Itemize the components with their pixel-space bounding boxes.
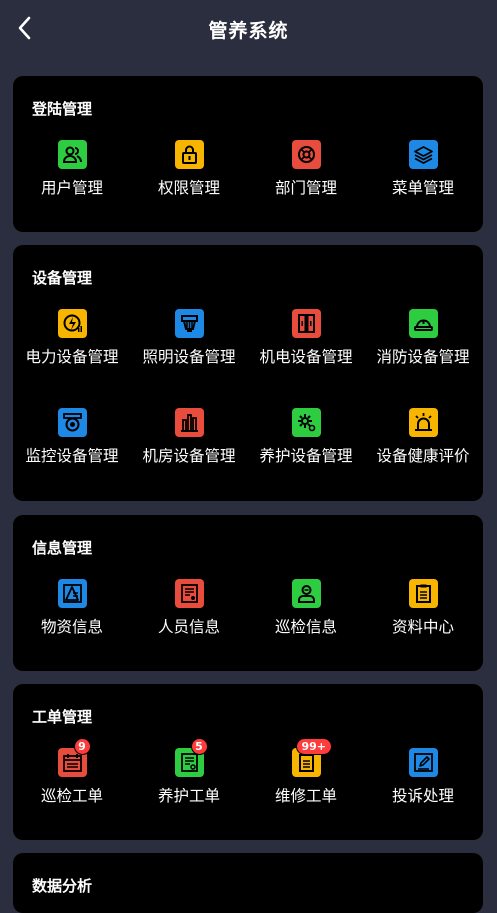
cabinet-icon xyxy=(291,309,321,338)
section-information-management: 信息管理 物资信息 人员信息 巡检信息 资料中心 xyxy=(13,515,483,671)
section-work-order-management: 工单管理 9 巡检工单 5 养护工单 99+ 维修工单 投诉处理 xyxy=(13,684,483,840)
edit-icon xyxy=(408,748,438,777)
menu-item-permission-management[interactable]: 权限管理 xyxy=(130,140,248,210)
repair-order-icon: 99+ xyxy=(291,738,333,777)
section-device-management: 设备管理 电力设备管理 照明设备管理 机电设备管理 消防设备管理 监控设备管理 xyxy=(13,245,483,501)
menu-item-maintenance-device[interactable]: 养护设备管理 xyxy=(247,408,365,478)
menu-item-label: 部门管理 xyxy=(274,179,337,197)
menu-item-repair-order[interactable]: 99+ 维修工单 xyxy=(247,738,365,818)
clipboard-icon xyxy=(408,579,438,608)
menu-item-label: 菜单管理 xyxy=(391,179,454,197)
menu-item-label: 设备健康评价 xyxy=(376,447,470,465)
person-card-icon xyxy=(174,579,204,608)
camera-icon xyxy=(57,408,87,437)
menu-item-label: 机电设备管理 xyxy=(259,348,353,366)
section-data-analysis: 数据分析 xyxy=(13,853,483,913)
menu-item-inspection-order[interactable]: 9 巡检工单 xyxy=(13,738,131,818)
section-title: 信息管理 xyxy=(32,539,93,557)
menu-item-electromechanical-device[interactable]: 机电设备管理 xyxy=(247,309,365,379)
menu-item-label: 照明设备管理 xyxy=(142,348,236,366)
menu-item-label: 权限管理 xyxy=(157,179,220,197)
calendar-icon: 9 xyxy=(57,738,91,777)
menu-item-label: 巡检工单 xyxy=(40,787,103,805)
chevron-left-icon xyxy=(18,16,31,40)
menu-item-device-health-evaluation[interactable]: 设备健康评价 xyxy=(364,408,482,478)
materials-icon xyxy=(57,579,87,608)
menu-item-label: 用户管理 xyxy=(40,179,103,197)
page-title: 管养系统 xyxy=(208,19,289,42)
section-login-management: 登陆管理 用户管理 权限管理 部门管理 菜单管理 xyxy=(13,76,483,232)
menu-item-label: 电力设备管理 xyxy=(25,348,119,366)
menu-item-power-device[interactable]: 电力设备管理 xyxy=(13,309,131,379)
menu-item-user-management[interactable]: 用户管理 xyxy=(13,140,131,210)
menu-item-materials-info[interactable]: 物资信息 xyxy=(13,579,131,649)
notification-badge: 9 xyxy=(73,738,91,755)
section-title: 数据分析 xyxy=(32,877,93,895)
lighting-icon xyxy=(174,309,204,338)
menu-item-label: 养护设备管理 xyxy=(259,447,353,465)
back-button[interactable] xyxy=(14,14,38,42)
header-bar: 管养系统 xyxy=(0,0,497,58)
menu-item-fire-device[interactable]: 消防设备管理 xyxy=(364,309,482,379)
menu-item-maintenance-order[interactable]: 5 养护工单 xyxy=(130,738,248,818)
menu-item-label: 巡检信息 xyxy=(274,618,337,636)
department-icon xyxy=(291,140,321,169)
inspector-icon xyxy=(291,579,321,608)
menu-item-complaint-handling[interactable]: 投诉处理 xyxy=(364,748,482,818)
menu-item-server-room-device[interactable]: 机房设备管理 xyxy=(130,408,248,478)
users-icon xyxy=(57,140,87,169)
menu-item-label: 资料中心 xyxy=(391,618,454,636)
menu-item-label: 监控设备管理 xyxy=(25,447,119,465)
menu-item-label: 机房设备管理 xyxy=(142,447,236,465)
power-icon xyxy=(57,309,87,338)
menu-item-label: 人员信息 xyxy=(157,618,220,636)
menu-item-monitoring-device[interactable]: 监控设备管理 xyxy=(13,408,131,478)
server-room-icon xyxy=(174,408,204,437)
section-title: 登陆管理 xyxy=(32,100,93,118)
menu-item-label: 物资信息 xyxy=(40,618,103,636)
menu-item-department-management[interactable]: 部门管理 xyxy=(247,140,365,210)
layers-icon xyxy=(408,140,438,169)
menu-item-inspection-info[interactable]: 巡检信息 xyxy=(247,579,365,649)
menu-item-lighting-device[interactable]: 照明设备管理 xyxy=(130,309,248,379)
menu-item-label: 养护工单 xyxy=(157,787,220,805)
alarm-icon xyxy=(408,408,438,437)
menu-item-label: 投诉处理 xyxy=(391,787,454,805)
menu-item-label: 维修工单 xyxy=(274,787,337,805)
notification-badge: 99+ xyxy=(295,738,333,755)
lock-icon xyxy=(174,140,204,169)
menu-item-menu-management[interactable]: 菜单管理 xyxy=(364,140,482,210)
section-title: 工单管理 xyxy=(32,708,93,726)
gear-icon xyxy=(291,408,321,437)
menu-item-label: 消防设备管理 xyxy=(376,348,470,366)
maintenance-order-icon: 5 xyxy=(174,738,208,777)
menu-item-document-center[interactable]: 资料中心 xyxy=(364,579,482,649)
notification-badge: 5 xyxy=(190,738,208,755)
menu-item-personnel-info[interactable]: 人员信息 xyxy=(130,579,248,649)
helmet-icon xyxy=(408,309,438,338)
section-title: 设备管理 xyxy=(32,269,93,287)
